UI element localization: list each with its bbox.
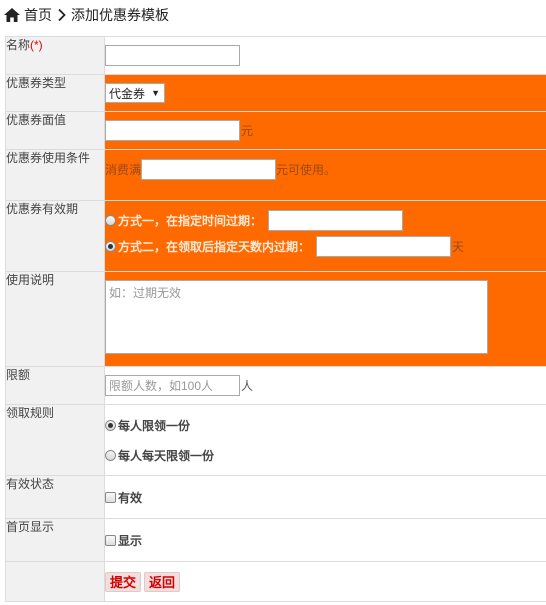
name-input[interactable] — [105, 45, 240, 66]
status-label: 有效状态 — [5, 475, 105, 519]
radio-claim-once[interactable] — [105, 420, 116, 431]
condition-amount-input[interactable] — [141, 158, 277, 180]
description-textarea[interactable] — [105, 280, 488, 354]
claim-rule-option-1-label: 每人限领一份 — [118, 419, 191, 433]
condition-label: 优惠券使用条件 — [5, 149, 105, 201]
expire-days-unit: 天 — [452, 240, 465, 254]
claim-rule-option-1[interactable]: 每人限领一份 — [105, 417, 546, 434]
face-value-unit: 元 — [241, 124, 254, 138]
radio-validity-fixed-date[interactable] — [105, 215, 116, 226]
type-label: 优惠券类型 — [5, 74, 105, 112]
face-value-input[interactable] — [105, 120, 240, 141]
claim-rule-label: 领取规则 — [5, 404, 105, 476]
submit-button[interactable]: 提交 — [105, 571, 142, 592]
validity-option-2[interactable]: 方式二，在领取后指定天数内过期： 天 — [105, 236, 546, 257]
limit-unit: 人 — [241, 379, 254, 393]
coupon-type-select[interactable]: 代金券 ▼ — [105, 83, 165, 103]
home-icon[interactable] — [4, 8, 20, 22]
homepage-checkbox-label: 显示 — [118, 533, 143, 548]
coupon-template-form: 名称(*) 优惠券类型 代金券 ▼ 优惠券面值 元 优惠券使用条件 消费满 元可… — [5, 36, 546, 602]
description-label: 使用说明 — [5, 271, 105, 367]
expire-date-input[interactable] — [268, 210, 404, 231]
coupon-type-value: 代金券 — [109, 86, 146, 101]
face-value-label: 优惠券面值 — [5, 111, 105, 150]
chevron-right-icon — [58, 9, 66, 21]
status-checkbox-label: 有效 — [118, 490, 143, 505]
homepage-label: 首页显示 — [5, 518, 105, 562]
claim-rule-option-2[interactable]: 每人每天限领一份 — [105, 447, 546, 464]
row-claim-rule: 领取规则 每人限领一份 每人每天限领一份 — [5, 404, 546, 476]
breadcrumb-current: 添加优惠券模板 — [71, 7, 169, 23]
breadcrumb: 首页 添加优惠券模板 — [0, 0, 546, 30]
limit-label: 限额 — [5, 366, 105, 405]
row-name: 名称(*) — [5, 36, 546, 75]
condition-prefix: 消费满 — [105, 162, 142, 177]
row-condition: 优惠券使用条件 消费满 元可使用。 — [5, 149, 546, 201]
actions-label-cell — [5, 561, 105, 602]
required-mark: (*) — [30, 38, 43, 52]
status-checkbox[interactable] — [105, 491, 116, 503]
row-actions: 提交 返回 — [5, 561, 546, 602]
validity-option-1[interactable]: 方式一，在指定时间过期： — [105, 210, 546, 231]
radio-claim-daily[interactable] — [105, 450, 116, 461]
row-limit: 限额 人 — [5, 366, 546, 405]
validity-label: 优惠券有效期 — [5, 200, 105, 272]
expire-days-input[interactable] — [316, 236, 452, 257]
condition-suffix: 元可使用。 — [276, 162, 337, 177]
row-status: 有效状态 有效 — [5, 475, 546, 519]
radio-validity-days[interactable] — [105, 241, 116, 252]
row-validity: 优惠券有效期 方式一，在指定时间过期： 方式二，在领取后指定天数内过期： 天 — [5, 200, 546, 272]
homepage-checkbox[interactable] — [105, 534, 116, 546]
limit-input[interactable] — [105, 375, 240, 396]
breadcrumb-home-link[interactable]: 首页 — [24, 5, 52, 25]
claim-rule-option-2-label: 每人每天限领一份 — [118, 449, 215, 463]
row-homepage: 首页显示 显示 — [5, 518, 546, 562]
row-type: 优惠券类型 代金券 ▼ — [5, 74, 546, 112]
dropdown-arrow-icon: ▼ — [151, 88, 160, 98]
row-face-value: 优惠券面值 元 — [5, 111, 546, 150]
name-label: 名称(*) — [5, 36, 105, 75]
validity-option-2-label: 方式二，在领取后指定天数内过期： — [118, 240, 311, 254]
validity-option-1-label: 方式一，在指定时间过期： — [118, 214, 263, 228]
back-button[interactable]: 返回 — [144, 571, 181, 592]
row-description: 使用说明 — [5, 271, 546, 367]
